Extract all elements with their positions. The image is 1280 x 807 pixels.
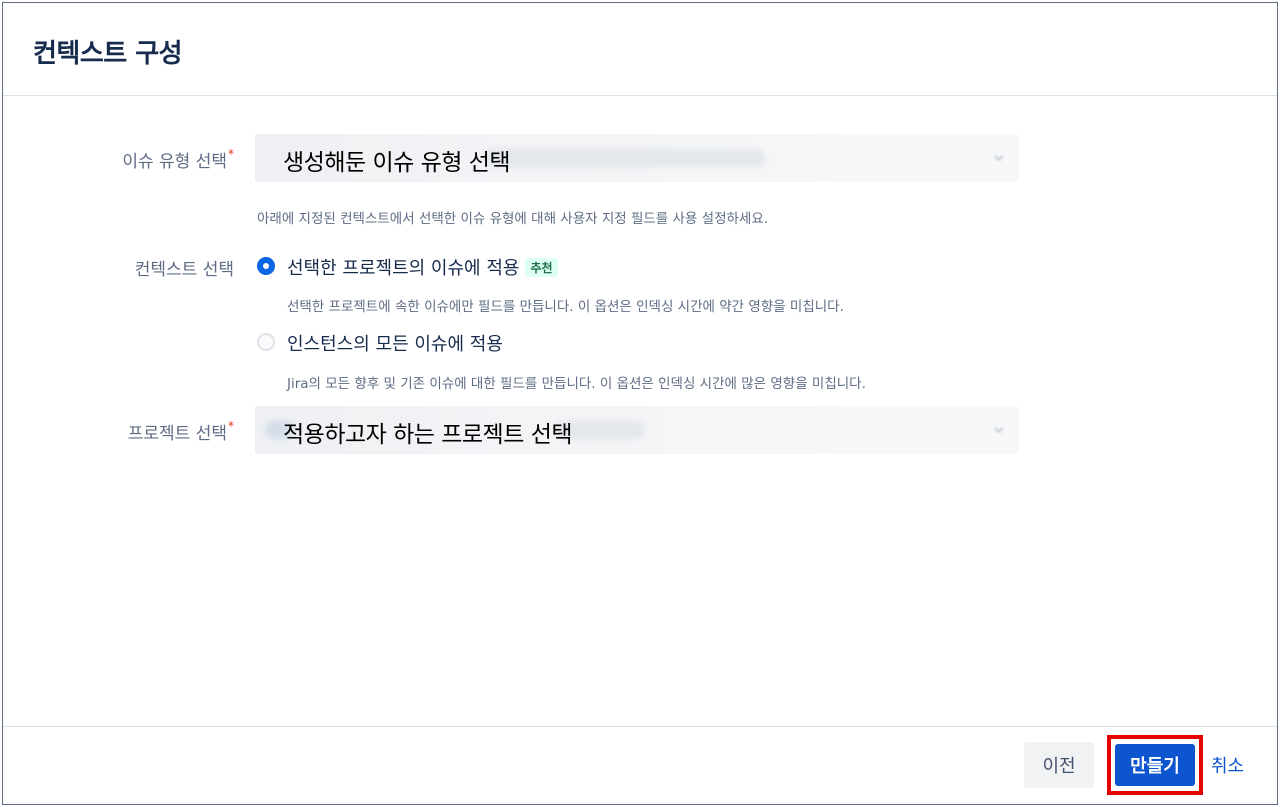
dialog-header: 컨텍스트 구성	[3, 3, 1277, 96]
context-option-all-issues-description: Jira의 모든 향후 및 기존 이슈에 대한 필드를 만듭니다. 이 옵션은 …	[287, 376, 866, 392]
project-label: 프로젝트 선택*	[127, 419, 234, 444]
chevron-down-icon	[994, 155, 1004, 162]
required-marker: *	[228, 147, 234, 161]
configure-context-dialog: 컨텍스트 구성 이슈 유형 선택* 생성해둔 이슈 유형 선택 아래에 지정된 …	[2, 2, 1278, 805]
context-option-selected-projects[interactable]: 선택한 프로젝트의 이슈에 적용 추천	[287, 254, 558, 280]
radio-selected-icon[interactable]	[257, 257, 275, 275]
project-value: 적용하고자 하는 프로젝트 선택	[283, 422, 573, 448]
create-button-highlight: 만들기	[1107, 735, 1203, 795]
context-option-all-issues[interactable]: 인스턴스의 모든 이슈에 적용	[287, 330, 503, 356]
back-button[interactable]: 이전	[1024, 742, 1094, 788]
context-option-selected-projects-description: 선택한 프로젝트에 속한 이슈에만 필드를 만듭니다. 이 옵션은 인덱싱 시간…	[287, 299, 844, 315]
issue-type-value: 생성해둔 이슈 유형 선택	[283, 150, 511, 176]
issue-type-helper: 아래에 지정된 컨텍스트에서 선택한 이슈 유형에 대해 사용자 지정 필드를 …	[257, 211, 769, 227]
recommended-badge: 추천	[525, 258, 558, 277]
radio-unselected-icon[interactable]	[257, 333, 275, 351]
chevron-down-icon	[994, 427, 1004, 434]
issue-type-label: 이슈 유형 선택*	[122, 147, 234, 172]
dialog-title: 컨텍스트 구성	[33, 39, 183, 69]
project-select[interactable]: 적용하고자 하는 프로젝트 선택	[255, 406, 1019, 454]
issue-type-select[interactable]: 생성해둔 이슈 유형 선택	[255, 134, 1019, 182]
cancel-button[interactable]: 취소	[1211, 745, 1244, 785]
dialog-footer: 이전 만들기 취소	[3, 726, 1277, 804]
required-marker: *	[228, 419, 234, 433]
create-button[interactable]: 만들기	[1115, 744, 1195, 786]
context-label: 컨텍스트 선택	[134, 260, 234, 280]
